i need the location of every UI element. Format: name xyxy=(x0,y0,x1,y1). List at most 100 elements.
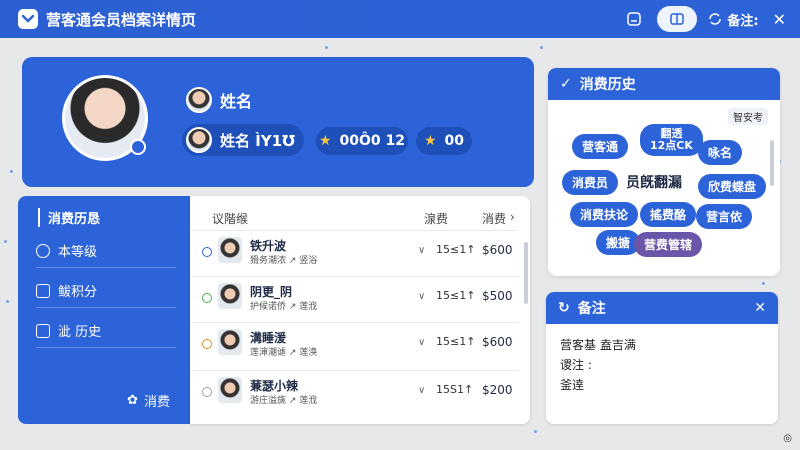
background-speck xyxy=(6,300,9,303)
close-icon[interactable]: ✕ xyxy=(754,300,766,316)
nav-item-points[interactable]: 鲅积分 xyxy=(36,274,176,308)
chevron-down-icon[interactable]: ∨ xyxy=(418,337,425,348)
column-header: 消费 xyxy=(482,212,507,226)
chevron-down-icon[interactable]: ∨ xyxy=(418,385,425,396)
consumption-table: 议階缑 湶费 消费 › 铁升波 猾务潮浓 ↗ 竖浴 ∨ 15≤1↑ $600 阴… xyxy=(190,196,530,424)
nav-item-label: 本等级 xyxy=(58,245,98,260)
background-speck xyxy=(325,46,328,49)
nav-item-level[interactable]: 本等级 xyxy=(36,234,176,268)
layout-icon xyxy=(670,13,685,25)
tag-chip[interactable]: 搖费酪 xyxy=(640,202,697,227)
consume-label: 消费 xyxy=(143,395,170,410)
row-subtext: 游庄溢旐 ↗ 莲浌 xyxy=(250,396,318,406)
title-bar: 营客通会员档案详情页 备注: ✕ xyxy=(0,0,800,38)
column-header: 议階缑 xyxy=(212,212,249,226)
table-row[interactable]: 蒹瑟小辣 游庄溢旐 ↗ 莲浌 ∨ 15S1↑ $200 xyxy=(190,370,518,416)
tag-chip[interactable]: 欣费蝶盘 xyxy=(698,174,767,199)
app-logo-icon xyxy=(18,9,38,29)
table-row[interactable]: 阴更_阴 护候诺侨 ↗ 莲浌 ∨ 15≤1↑ $500 xyxy=(190,276,518,322)
row-subtext: 猾务潮浓 ↗ 竖浴 xyxy=(250,256,318,266)
tag-chip[interactable]: 咏名 xyxy=(698,140,743,165)
chevron-down-icon[interactable]: ∨ xyxy=(418,291,425,302)
left-panel-title: 消费历恳 xyxy=(38,208,100,227)
row-amount: $600 xyxy=(482,243,513,257)
tag-chip[interactable]: 消费员 xyxy=(562,170,619,195)
tag-chip[interactable]: 消费扶论 xyxy=(570,202,639,227)
mini-avatar xyxy=(186,127,212,153)
row-count: 15≤1↑ xyxy=(436,243,476,256)
row-name: 铁升波 xyxy=(250,239,287,253)
row-avatar xyxy=(218,377,242,403)
history-tag-card: ✓ 消费历史 智安考 营客通 翻透 12点CK 咏名 消费员 员旣翻漏 欣费蝶盘… xyxy=(548,68,780,276)
consume-button[interactable]: ✿ 消费 xyxy=(127,391,170,410)
refresh-icon: ↻ xyxy=(558,300,570,316)
coin-icon: ✿ xyxy=(127,393,138,408)
row-subtext: 护候诺侨 ↗ 莲浌 xyxy=(250,302,318,312)
minimize-icon xyxy=(627,12,642,26)
app-title: 营客通会员档案详情页 xyxy=(46,10,197,29)
history-scrollbar[interactable] xyxy=(770,140,774,186)
name-field[interactable]: 姓名 ÌY1℧ xyxy=(182,124,304,156)
background-speck xyxy=(540,46,543,49)
status-dot xyxy=(202,293,212,303)
note-button[interactable]: 备注: xyxy=(707,6,759,32)
row-name: 蒹瑟小辣 xyxy=(250,379,299,393)
background-speck xyxy=(10,170,13,173)
points-value: 00Ô0 12 xyxy=(339,133,406,149)
note-card: ↻ 备注 ✕ 营客基 盍吉满 谡注 : 釜逹 xyxy=(546,292,778,424)
nav-item-history[interactable]: 泚 历史 xyxy=(36,314,176,348)
row-name: 阴更_阴 xyxy=(250,285,293,299)
table-scrollbar[interactable] xyxy=(524,242,528,304)
row-count: 15≤1↑ xyxy=(436,335,476,348)
member-avatar xyxy=(62,75,148,161)
note-line: 釜逹 xyxy=(560,378,585,392)
status-dot xyxy=(202,387,212,397)
name-value: 姓名 ÌY1℧ xyxy=(220,131,295,150)
profile-switch-button[interactable] xyxy=(657,6,698,32)
star-icon: ★ xyxy=(423,133,437,149)
level-badge[interactable]: ★ 00 xyxy=(416,127,472,155)
points-icon xyxy=(36,283,50,298)
background-speck xyxy=(534,430,537,433)
table-row[interactable]: 铁升波 猾务潮浓 ↗ 竖浴 ∨ 15≤1↑ $600 xyxy=(190,230,518,276)
tag-chip[interactable]: 翻透 12点CK xyxy=(640,124,703,156)
tag-keyword[interactable]: 员旣翻漏 xyxy=(626,172,682,192)
tag-chip-selected[interactable]: 营费管辖 xyxy=(634,232,703,257)
mini-avatar xyxy=(186,87,212,113)
tag-chip[interactable]: 营客通 xyxy=(572,134,629,159)
status-dot xyxy=(202,247,212,257)
chevron-right-icon[interactable]: › xyxy=(510,210,515,224)
sync-icon xyxy=(709,13,722,25)
history-link[interactable]: 智安考 xyxy=(728,108,768,125)
chevron-down-icon[interactable]: ∨ xyxy=(418,245,425,256)
row-name: 溝睡湲 xyxy=(250,331,287,345)
note-card-title: 备注 xyxy=(577,301,606,317)
history-card-title: 消费历史 xyxy=(579,77,636,93)
left-nav-panel: 消费历恳 本等级 鲅积分 泚 历史 ✿ 消费 xyxy=(18,196,190,424)
member-profile-card: 姓名 姓名 ÌY1℧ ★ 00Ô0 12 ★ 00 xyxy=(22,57,534,187)
history-icon xyxy=(36,323,50,338)
row-subtext: 莲渖潮谑 ↗ 莲涣 xyxy=(250,348,318,358)
tag-chip[interactable]: 营言依 xyxy=(696,204,753,229)
note-line: 谡注 : xyxy=(560,358,592,372)
minimize-button[interactable] xyxy=(621,6,647,32)
edit-badge-icon[interactable] xyxy=(130,139,146,155)
name-label: 姓名 xyxy=(220,92,253,111)
table-row[interactable]: 溝睡湲 莲渖潮谑 ↗ 莲涣 ∨ 15≤1↑ $600 xyxy=(190,322,518,368)
nav-item-label: 鲅积分 xyxy=(58,285,98,300)
nav-item-label: 泚 历史 xyxy=(58,325,102,340)
row-count: 15S1↑ xyxy=(436,383,474,396)
check-icon: ✓ xyxy=(560,76,572,92)
row-avatar xyxy=(218,283,242,309)
corner-settings-icon[interactable]: ◎ xyxy=(783,433,792,444)
row-amount: $200 xyxy=(482,383,513,397)
column-header: 湶费 xyxy=(424,212,449,226)
note-label: 备注: xyxy=(727,13,759,29)
points-badge[interactable]: ★ 00Ô0 12 xyxy=(316,127,408,155)
level-icon xyxy=(36,243,50,258)
close-icon[interactable]: ✕ xyxy=(773,10,786,29)
status-dot xyxy=(202,339,212,349)
level-value: 00 xyxy=(444,133,465,149)
background-speck xyxy=(4,240,7,243)
row-avatar xyxy=(218,329,242,355)
